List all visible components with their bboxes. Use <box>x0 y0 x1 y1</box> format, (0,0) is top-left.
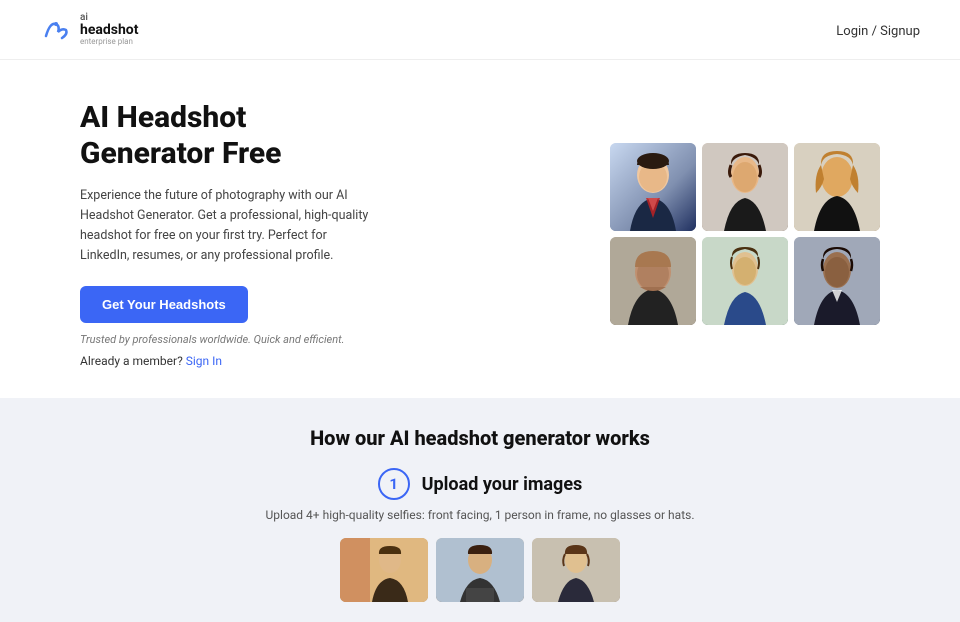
step-1-header: 1 Upload your images <box>40 468 920 500</box>
hero-title: AI Headshot Generator Free <box>80 100 370 172</box>
headshot-photo-4 <box>610 237 696 325</box>
logo-text: ai headshot enterprise plan <box>80 12 138 47</box>
logo[interactable]: ai headshot enterprise plan <box>40 12 138 47</box>
sign-in-line: Already a member? Sign In <box>80 354 370 368</box>
step-1-number: 1 <box>378 468 410 500</box>
login-signup-link[interactable]: Login / Signup <box>836 24 920 39</box>
trusted-text: Trusted by professionals worldwide. Quic… <box>80 333 370 346</box>
hero-section: AI Headshot Generator Free Experience th… <box>0 60 960 398</box>
headshot-photo-2 <box>702 143 788 231</box>
how-section: How our AI headshot generator works 1 Up… <box>0 398 960 622</box>
nav: Login / Signup <box>836 20 920 39</box>
sign-in-link[interactable]: Sign In <box>186 354 222 368</box>
header: ai headshot enterprise plan Login / Sign… <box>0 0 960 60</box>
headshot-grid <box>610 143 880 325</box>
step-1-desc: Upload 4+ high-quality selfies: front fa… <box>40 508 920 522</box>
how-title: How our AI headshot generator works <box>40 426 920 450</box>
headshot-photo-6 <box>794 237 880 325</box>
headshot-photo-1 <box>610 143 696 231</box>
sample-photos <box>40 538 920 602</box>
logo-headshot-label: headshot <box>80 23 138 38</box>
sign-in-prompt: Already a member? <box>80 354 183 368</box>
logo-tagline-label: enterprise plan <box>80 38 138 47</box>
get-headshots-button[interactable]: Get Your Headshots <box>80 286 248 323</box>
sample-photo-1 <box>340 538 428 602</box>
sample-photo-2 <box>436 538 524 602</box>
step-1-label: Upload your images <box>422 474 583 495</box>
headshot-photo-3 <box>794 143 880 231</box>
hero-content: AI Headshot Generator Free Experience th… <box>80 100 370 368</box>
hero-description: Experience the future of photography wit… <box>80 186 370 266</box>
headshot-photo-5 <box>702 237 788 325</box>
logo-icon <box>40 14 72 46</box>
sample-photo-3 <box>532 538 620 602</box>
